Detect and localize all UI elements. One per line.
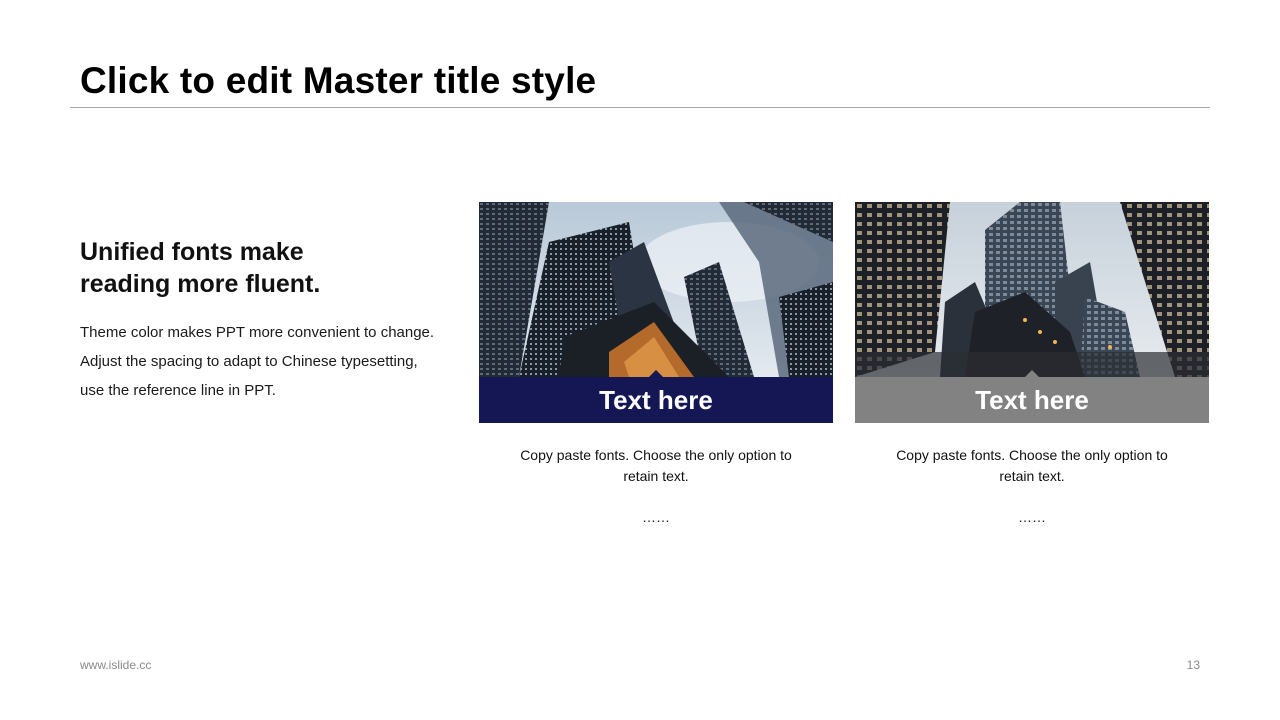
lead-body-line: use the reference line in PPT. bbox=[80, 382, 276, 399]
card-ellipsis[interactable]: …… bbox=[855, 509, 1209, 525]
lead-body[interactable]: Theme color makes PPT more convenient to… bbox=[80, 318, 470, 405]
page-number: 13 bbox=[1186, 658, 1200, 672]
card-banner-text: Text here bbox=[975, 384, 1089, 415]
footer-url: www.islide.cc bbox=[80, 658, 152, 672]
card-ellipsis[interactable]: …… bbox=[479, 509, 833, 525]
card-description-line: retain text. bbox=[623, 468, 689, 484]
card-banner-text: Text here bbox=[599, 384, 713, 415]
card-description[interactable]: Copy paste fonts. Choose the only option… bbox=[479, 445, 833, 487]
lead-heading-line: reading more fluent. bbox=[80, 270, 321, 298]
slide-title[interactable]: Click to edit Master title style bbox=[80, 60, 596, 102]
title-divider bbox=[70, 107, 1210, 108]
lead-heading[interactable]: Unified fonts make reading more fluent. bbox=[80, 236, 440, 300]
banner-notch bbox=[1025, 370, 1039, 377]
card-description[interactable]: Copy paste fonts. Choose the only option… bbox=[855, 445, 1209, 487]
city-skyscrapers-photo[interactable] bbox=[479, 202, 833, 377]
card-description-line: Copy paste fonts. Choose the only option… bbox=[520, 447, 792, 463]
card-banner[interactable]: Text here bbox=[855, 370, 1209, 423]
card-description-line: Copy paste fonts. Choose the only option… bbox=[896, 447, 1168, 463]
lead-heading-line: Unified fonts make bbox=[80, 238, 304, 266]
street-towers-image bbox=[855, 202, 1209, 377]
card-banner[interactable]: Text here bbox=[479, 370, 833, 423]
city-street-towers-photo[interactable] bbox=[855, 202, 1209, 377]
lead-body-line: Theme color makes PPT more convenient to… bbox=[80, 324, 435, 341]
card-1: Text here Copy paste fonts. Choose the o… bbox=[479, 202, 833, 525]
card-description-line: retain text. bbox=[999, 468, 1065, 484]
lead-body-line: Adjust the spacing to adapt to Chinese t… bbox=[80, 353, 418, 370]
slide: Click to edit Master title style Unified… bbox=[0, 0, 1280, 720]
card-2: Text here Copy paste fonts. Choose the o… bbox=[855, 202, 1209, 525]
skyscrapers-image bbox=[479, 202, 833, 377]
banner-notch bbox=[649, 370, 663, 377]
